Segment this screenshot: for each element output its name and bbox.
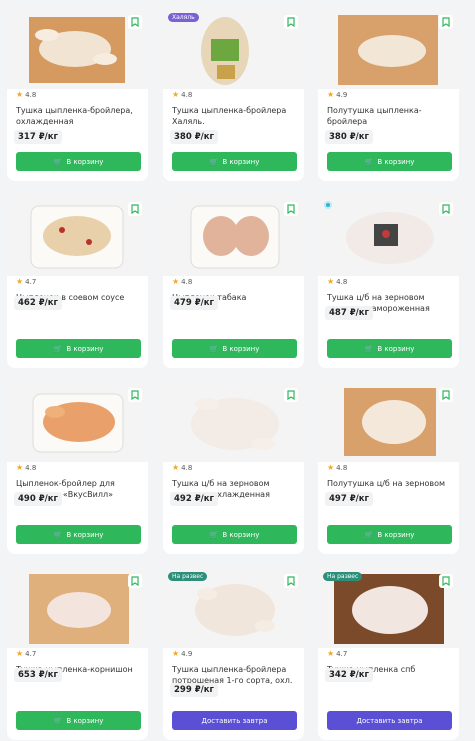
bookmark-icon[interactable] (284, 574, 298, 588)
rating: ★ 4.8 (172, 277, 193, 287)
product-name[interactable]: Тушка цыпленка-бройлера Халяль. (172, 105, 297, 127)
star-icon: ★ (16, 463, 24, 472)
star-icon: ★ (172, 463, 180, 472)
product-image[interactable] (318, 382, 459, 462)
deliver-tomorrow-button[interactable]: Доставить завтра (327, 711, 452, 730)
product-card[interactable]: ★4.8 Полутушка ц/б на зерновом откорме 4… (318, 382, 459, 554)
product-card[interactable]: ★ 4.8 Цыпленок-бройлер для запекания «Вку… (7, 382, 148, 554)
product-price: 490 ₽/кг (14, 492, 62, 506)
bookmark-icon[interactable] (128, 15, 142, 29)
bookmark-icon[interactable] (439, 202, 453, 216)
product-price: 317 ₽/кг (14, 130, 62, 144)
rating: ★ 4.7 (327, 649, 348, 659)
weight-badge: На развес (168, 572, 208, 581)
bookmark-icon[interactable] (284, 15, 298, 29)
add-to-cart-button[interactable]: 🛒 В корзину (327, 339, 452, 358)
product-price: 497 ₽/кг (325, 492, 373, 506)
star-icon: ★ (172, 277, 180, 286)
weight-badge: На развес (323, 572, 363, 581)
product-card[interactable]: На развес ★ 4.9 Тушка цыпленка-бройлера п… (163, 568, 304, 740)
deliver-tomorrow-button[interactable]: Доставить завтра (172, 711, 297, 730)
product-image[interactable] (318, 196, 459, 276)
product-card[interactable]: ★ 4.8 Тушка ц/б на зерновом откорме, охла… (163, 382, 304, 554)
product-price: 492 ₽/кг (170, 492, 218, 506)
product-image[interactable] (163, 196, 304, 276)
rating: ★ 4.8 (327, 463, 348, 473)
cart-icon: 🛒 (209, 344, 219, 353)
bookmark-icon[interactable] (284, 388, 298, 402)
rating: ★ 4.8 (172, 90, 193, 100)
product-price: 479 ₽/кг (170, 296, 218, 310)
product-price: 653 ₽/кг (14, 668, 62, 682)
cart-icon: 🛒 (53, 344, 63, 353)
add-to-cart-button[interactable]: 🛒 В корзину (16, 711, 141, 730)
status-dot-icon (324, 201, 332, 209)
bookmark-icon[interactable] (128, 388, 142, 402)
product-card[interactable]: ★ 4.8 Тушка цыпленка-бройлера, охлажденна… (7, 9, 148, 181)
product-price: 299 ₽/кг (170, 683, 218, 697)
bookmark-icon[interactable] (128, 574, 142, 588)
rating: ★ 4.9 (327, 90, 348, 100)
add-to-cart-button[interactable]: 🛒 В корзину (172, 152, 297, 171)
star-icon: ★ (16, 649, 24, 658)
star-icon: ★ (16, 277, 24, 286)
bookmark-icon[interactable] (284, 202, 298, 216)
product-price: 380 ₽/кг (170, 130, 218, 144)
product-name[interactable]: Полутушка цыпленка-бройлера (327, 105, 452, 127)
halal-badge: Халяль (168, 13, 199, 22)
product-image[interactable] (7, 196, 148, 276)
product-card[interactable]: ★ 4.9 Полутушка цыпленка-бройлера 380 ₽/к… (318, 9, 459, 181)
product-image[interactable] (7, 382, 148, 462)
rating: ★ 4.8 (327, 277, 348, 287)
add-to-cart-button[interactable]: 🛒 В корзину (172, 525, 297, 544)
star-icon: ★ (172, 90, 180, 99)
product-card[interactable]: ★ 4.7 Цыпленок в соевом соусе 462 ₽/кг 🛒 В… (7, 196, 148, 368)
rating: ★ 4.8 (172, 463, 193, 473)
product-price: 462 ₽/кг (14, 296, 62, 310)
add-to-cart-button[interactable]: 🛒 В корзину (16, 339, 141, 358)
bookmark-icon[interactable] (439, 574, 453, 588)
star-icon: ★ (327, 649, 335, 658)
cart-icon: 🛒 (364, 344, 374, 353)
cart-icon: 🛒 (53, 157, 63, 166)
product-name[interactable]: Тушка цыпленка-бройлера, охлажденная (16, 105, 141, 127)
add-to-cart-button[interactable]: 🛒 В корзину (172, 339, 297, 358)
product-price: 380 ₽/кг (325, 130, 373, 144)
product-card[interactable]: Халяль ★ 4.8 Тушка цыпленка-бройлера Халя… (163, 9, 304, 181)
product-grid: ★ 4.8 Тушка цыпленка-бройлера, охлажденна… (0, 0, 475, 741)
bookmark-icon[interactable] (439, 388, 453, 402)
bookmark-icon[interactable] (128, 202, 142, 216)
star-icon: ★ (172, 649, 180, 658)
cart-icon: 🛒 (53, 716, 63, 725)
rating: ★ 4.7 (16, 277, 37, 287)
add-to-cart-button[interactable]: 🛒 В корзину (327, 152, 452, 171)
star-icon: ★ (327, 90, 335, 99)
product-image[interactable] (318, 9, 459, 89)
product-card[interactable]: ★4.8 Цыпленок табака 479 ₽/кг 🛒В корзину (163, 196, 304, 368)
rating: ★ 4.8 (16, 90, 37, 100)
cart-icon: 🛒 (209, 530, 219, 539)
star-icon: ★ (327, 463, 335, 472)
bookmark-icon[interactable] (439, 15, 453, 29)
product-image[interactable] (7, 9, 148, 89)
rating: ★ 4.7 (16, 649, 37, 659)
product-card[interactable]: ★ 4.7 Тушка цыпленка-корнишон 653 ₽/кг 🛒 В… (7, 568, 148, 740)
cart-icon: 🛒 (53, 530, 63, 539)
add-to-cart-button[interactable]: 🛒 В корзину (16, 525, 141, 544)
product-image[interactable] (7, 568, 148, 648)
star-icon: ★ (327, 277, 335, 286)
cart-icon: 🛒 (364, 530, 374, 539)
cart-icon: 🛒 (209, 157, 219, 166)
product-price: 342 ₽/кг (325, 668, 373, 682)
add-to-cart-button[interactable]: 🛒 В корзину (16, 152, 141, 171)
star-icon: ★ (16, 90, 24, 99)
rating: ★ 4.9 (172, 649, 193, 659)
product-price: 487 ₽/кг (325, 306, 373, 320)
cart-icon: 🛒 (364, 157, 374, 166)
add-to-cart-button[interactable]: 🛒 В корзину (327, 525, 452, 544)
product-card[interactable]: ★ 4.8 Тушка ц/б на зерновом откорме, замо… (318, 196, 459, 368)
product-image[interactable] (163, 382, 304, 462)
rating: ★ 4.8 (16, 463, 37, 473)
product-card[interactable]: На развес ★4.7 Тушка цыпленка спб 342 ₽/… (318, 568, 459, 740)
